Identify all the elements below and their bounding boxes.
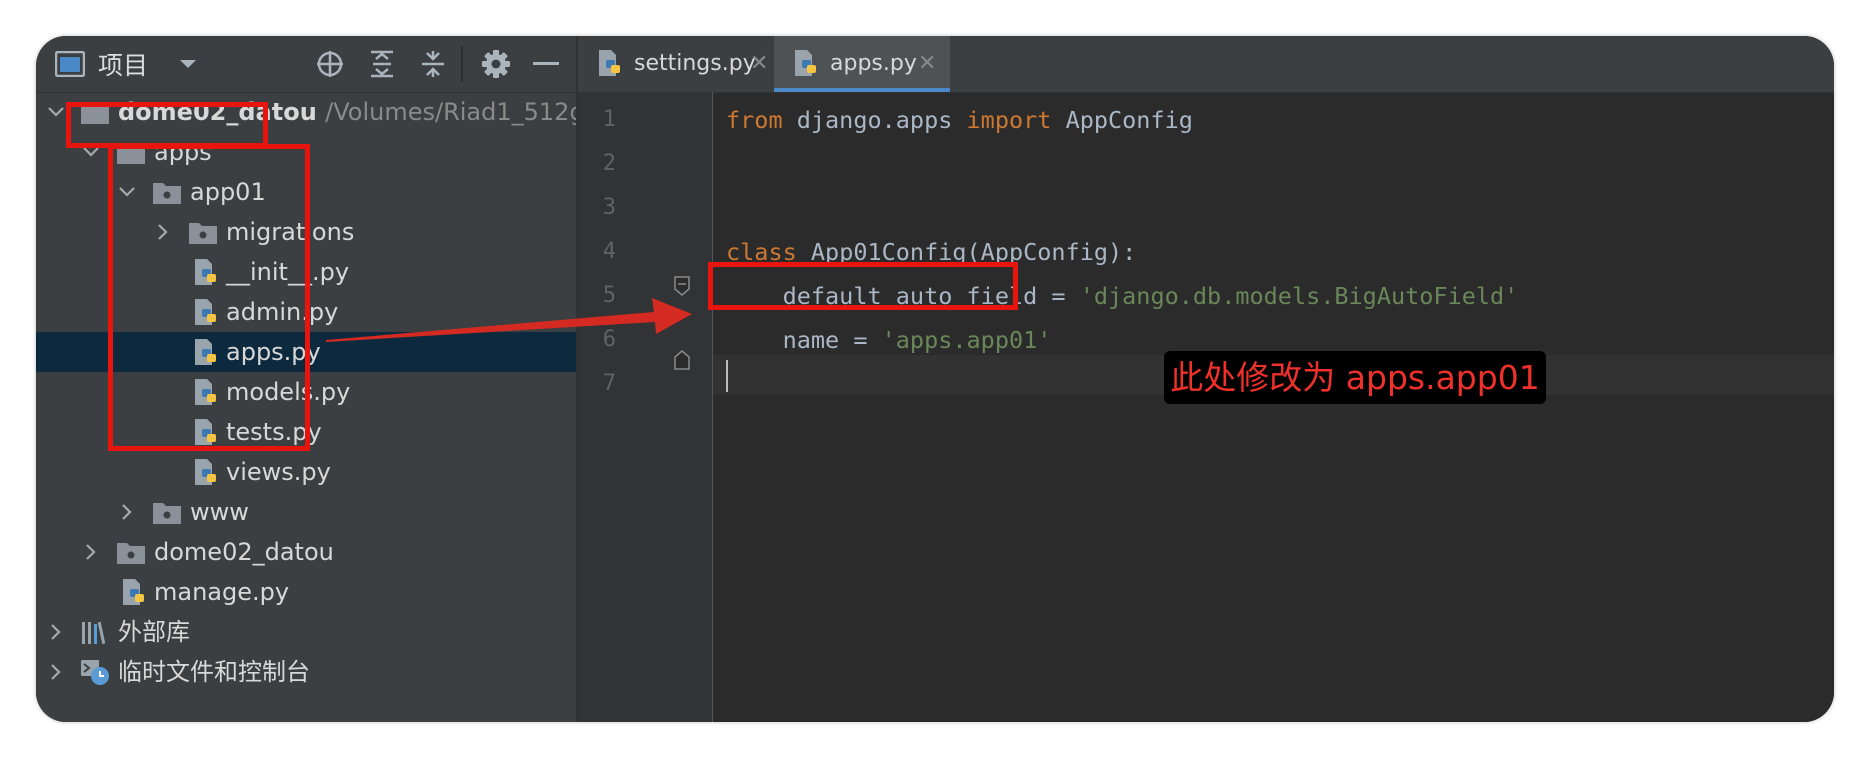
code-text: AppConfig bbox=[1051, 106, 1193, 134]
code-text: name = bbox=[726, 326, 882, 354]
annotation-arrow bbox=[326, 298, 692, 342]
line-number: 3 bbox=[602, 195, 616, 220]
text-caret bbox=[726, 360, 728, 392]
tree-root-path: /Volumes/Riad1_512g/P bbox=[325, 98, 608, 126]
fold-end-marker-icon[interactable] bbox=[674, 350, 690, 370]
ide-window: 项目 dome02_datou /Volumes/Riad1_512g/P ap… bbox=[36, 36, 1834, 722]
gear-icon[interactable] bbox=[476, 36, 516, 92]
project-toolbar: 项目 bbox=[36, 36, 576, 93]
code-line-6[interactable]: name = 'apps.app01' bbox=[726, 318, 1052, 362]
python-file-icon bbox=[795, 50, 816, 76]
line-number: 7 bbox=[602, 371, 616, 396]
minimize-icon[interactable] bbox=[526, 36, 566, 92]
tree-item-external-libraries[interactable]: 外部库 bbox=[36, 612, 576, 652]
keyword: from bbox=[726, 106, 783, 134]
scratches-console-icon bbox=[81, 660, 109, 685]
chevron-down-icon[interactable] bbox=[174, 36, 202, 92]
tree-item-www[interactable]: www bbox=[36, 492, 576, 532]
locate-icon[interactable] bbox=[310, 36, 350, 92]
project-view-title[interactable]: 项目 bbox=[98, 36, 168, 92]
annotation-box-app01-files bbox=[108, 144, 310, 451]
tree-label: dome02_datou bbox=[154, 538, 334, 566]
line-number: 1 bbox=[602, 107, 616, 132]
expand-all-icon[interactable] bbox=[362, 36, 402, 92]
package-folder-icon bbox=[117, 543, 145, 564]
close-icon[interactable]: ✕ bbox=[750, 36, 768, 92]
tree-label: manage.py bbox=[154, 578, 290, 606]
chevron-right-icon[interactable] bbox=[44, 652, 68, 692]
python-file-icon bbox=[195, 459, 216, 485]
tree-label: www bbox=[190, 498, 249, 526]
panel-title: 项目 bbox=[98, 51, 149, 80]
python-file-icon bbox=[599, 50, 620, 76]
python-file-icon bbox=[123, 579, 144, 605]
toolbar-separator bbox=[461, 46, 463, 82]
chevron-right-icon[interactable] bbox=[44, 612, 68, 652]
code-line-1[interactable]: from django.apps import AppConfig bbox=[726, 98, 1193, 142]
close-icon[interactable]: ✕ bbox=[918, 36, 936, 92]
tab-settings-py[interactable]: settings.py ✕ bbox=[578, 36, 774, 92]
string-literal: 'apps.app01' bbox=[881, 326, 1052, 354]
project-view-icon[interactable] bbox=[52, 36, 88, 92]
string-literal: 'django.db.models.BigAutoField' bbox=[1079, 282, 1519, 310]
collapse-all-icon[interactable] bbox=[413, 36, 453, 92]
tree-label: 外部库 bbox=[118, 618, 190, 646]
tab-label: apps.py bbox=[830, 51, 917, 76]
code-text: django.apps bbox=[782, 106, 967, 134]
tree-label: 临时文件和控制台 bbox=[118, 658, 310, 686]
line-number: 4 bbox=[602, 239, 616, 264]
annotation-note: 此处修改为 apps.app01 bbox=[1164, 351, 1546, 404]
tab-apps-py[interactable]: apps.py ✕ bbox=[774, 36, 950, 92]
tree-item-scratches[interactable]: 临时文件和控制台 bbox=[36, 652, 576, 692]
tree-label: views.py bbox=[226, 458, 331, 486]
line-number-gutter: 1 2 3 4 5 6 7 bbox=[578, 92, 713, 722]
annotation-box-name-line bbox=[708, 262, 1018, 310]
line-number: 2 bbox=[602, 151, 616, 176]
tree-item-dome02-datou[interactable]: dome02_datou bbox=[36, 532, 576, 572]
chevron-right-icon[interactable] bbox=[79, 532, 103, 572]
gutter-divider bbox=[712, 92, 713, 722]
chevron-right-icon[interactable] bbox=[115, 492, 139, 532]
tree-item-manage-py[interactable]: manage.py bbox=[36, 572, 576, 612]
annotation-box-apps bbox=[66, 102, 268, 148]
chevron-down-icon[interactable] bbox=[44, 92, 68, 132]
tree-item-views-py[interactable]: views.py bbox=[36, 452, 576, 492]
keyword: import bbox=[966, 106, 1052, 134]
package-folder-icon bbox=[153, 503, 181, 524]
library-icon bbox=[82, 621, 106, 644]
tab-label: settings.py bbox=[634, 51, 756, 76]
editor-tabbar: settings.py ✕ apps.py ✕ bbox=[578, 36, 1834, 93]
